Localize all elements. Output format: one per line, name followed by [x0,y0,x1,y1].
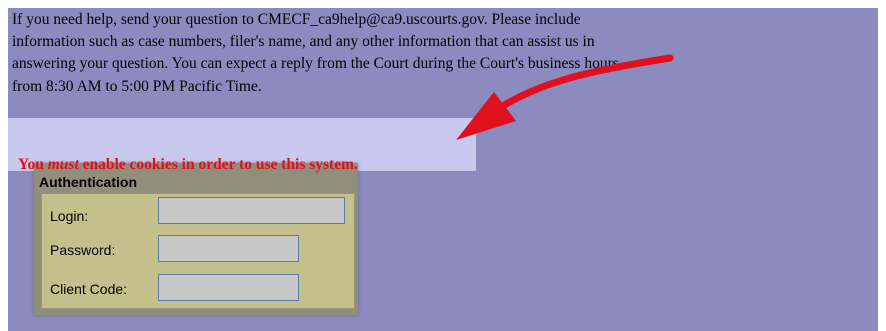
cookie-warning-after: enable cookies in order to use this syst… [78,156,358,173]
client-code-label: Client Code: [50,281,128,297]
help-text: If you need help, send your question to … [12,9,862,98]
cookie-warning-before: You [18,156,48,173]
password-input[interactable] [158,235,299,262]
help-line-3: answering your question. You can expect … [12,55,623,73]
help-panel: If you need help, send your question to … [8,8,878,331]
login-label: Login: [50,208,89,224]
client-code-input[interactable] [158,274,299,301]
authentication-title: Authentication [39,174,137,190]
cookie-warning: You must enable cookies in order to use … [18,155,358,175]
cookie-warning-emphasis: must [47,156,79,173]
help-line-2: information such as case numbers, filer'… [12,33,595,51]
help-line-4: from 8:30 AM to 5:00 PM Pacific Time. [12,77,262,95]
password-label: Password: [50,242,116,258]
login-input[interactable] [158,197,345,224]
help-line-1: If you need help, send your question to … [12,11,581,28]
